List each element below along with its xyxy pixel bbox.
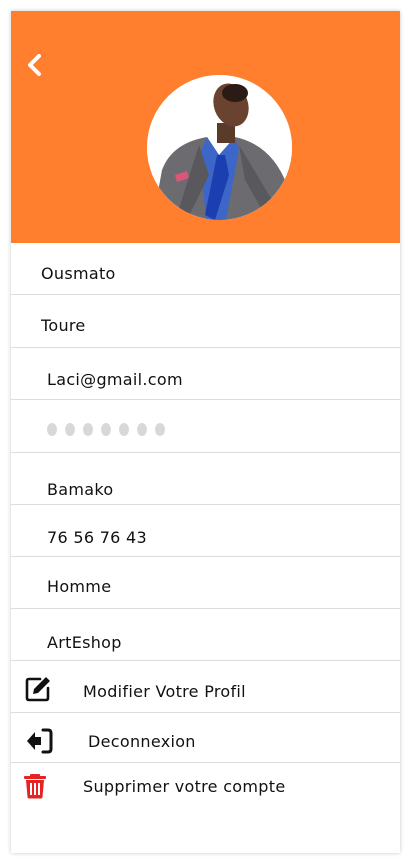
last-name-row: Toure: [11, 295, 400, 348]
password-masked: [47, 421, 173, 440]
back-button[interactable]: [23, 53, 47, 77]
profile-header: [11, 11, 400, 243]
gender-value: Homme: [47, 577, 112, 596]
trash-icon: [24, 774, 46, 799]
chevron-left-icon: [28, 54, 41, 76]
last-name-value: Toure: [41, 316, 86, 335]
email-value: Laci@gmail.com: [47, 370, 183, 389]
edit-profile-button[interactable]: Modifier Votre Profil: [11, 661, 400, 713]
first-name-row: Ousmato: [11, 243, 400, 295]
profile-card: Ousmato Toure Laci@gmail.com Bamako 76 5…: [11, 11, 400, 853]
phone-row: 76 56 76 43: [11, 505, 400, 557]
edit-icon: [25, 677, 50, 702]
delete-account-button[interactable]: Supprimer votre compte: [11, 763, 400, 813]
first-name-value: Ousmato: [41, 264, 116, 283]
shop-value: ArtEshop: [47, 633, 122, 652]
shop-row: ArtEshop: [11, 609, 400, 661]
phone-value: 76 56 76 43: [47, 528, 147, 547]
city-row: Bamako: [11, 453, 400, 505]
gender-row: Homme: [11, 557, 400, 609]
avatar: [147, 75, 292, 220]
email-row: Laci@gmail.com: [11, 348, 400, 400]
logout-button[interactable]: Deconnexion: [11, 713, 400, 763]
password-row: [11, 400, 400, 453]
logout-icon: [27, 728, 53, 754]
delete-account-label: Supprimer votre compte: [83, 777, 286, 796]
city-value: Bamako: [47, 480, 114, 499]
logout-label: Deconnexion: [88, 732, 196, 751]
edit-profile-label: Modifier Votre Profil: [83, 682, 246, 701]
